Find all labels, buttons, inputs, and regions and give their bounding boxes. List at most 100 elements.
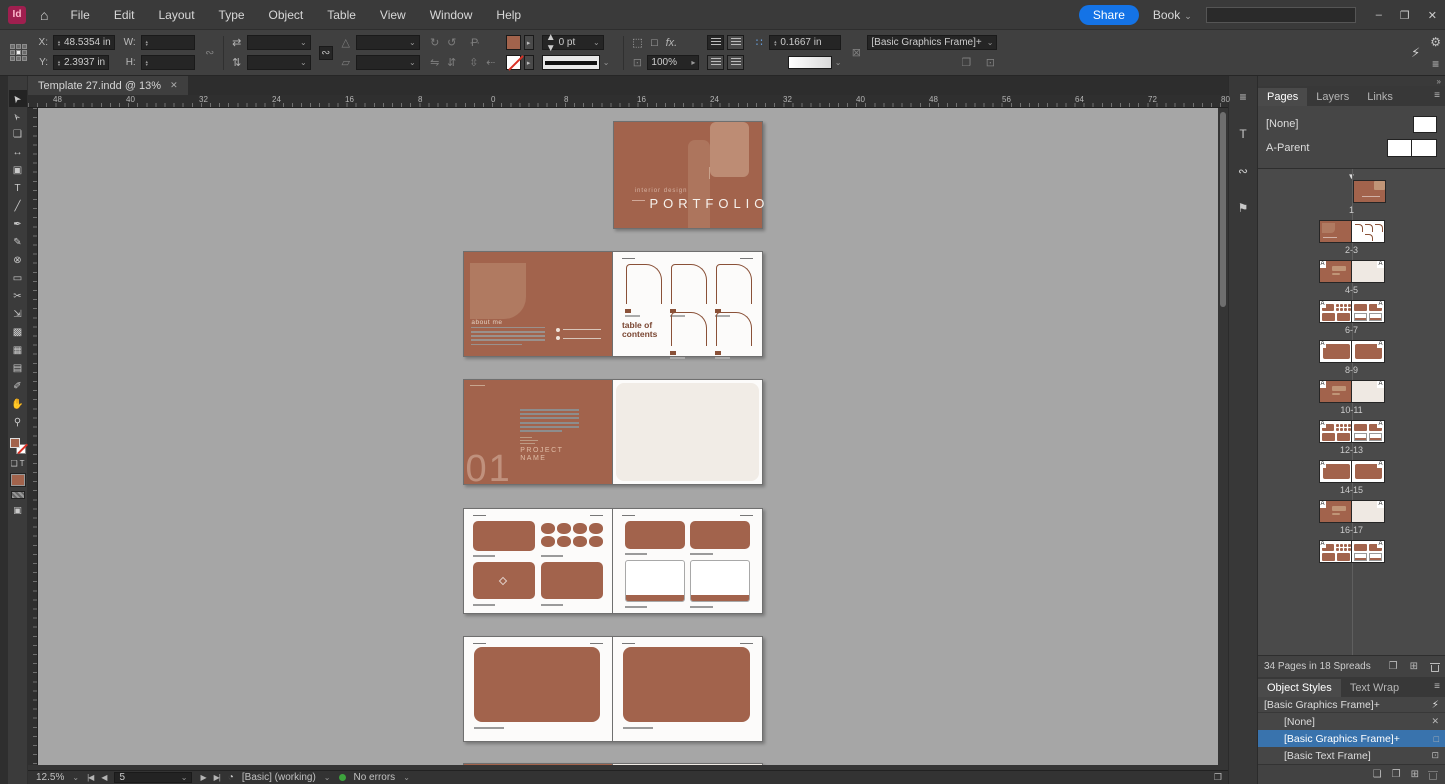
- master-thumbnail[interactable]: [1413, 116, 1437, 133]
- pages-panel-spread-8-9[interactable]: AA 8-9: [1258, 340, 1445, 375]
- pages-panel-spread-10-11[interactable]: AA 10-11: [1258, 380, 1445, 415]
- pencil-tool[interactable]: ✎: [9, 234, 27, 251]
- shear-combo[interactable]: ⌄: [356, 55, 420, 70]
- cover-shape-top[interactable]: [710, 122, 748, 177]
- cover-title[interactable]: PORTFOLIO: [650, 196, 770, 211]
- objectstyles-tab-object-styles[interactable]: Object Styles: [1258, 679, 1341, 697]
- menu-view[interactable]: View: [380, 8, 406, 22]
- pen-tool[interactable]: ✒: [9, 216, 27, 233]
- pages-spread-list[interactable]: ▼ 1 2-3 AA 4-5 AA 6-7 AA 8-9 AA 10-11 AA…: [1258, 169, 1445, 655]
- toc-title[interactable]: table ofcontents: [622, 321, 657, 339]
- corner-options-icon[interactable]: ⬚: [630, 36, 644, 49]
- corner-shape-icon[interactable]: □: [647, 37, 661, 49]
- note-tool[interactable]: ▤: [9, 360, 27, 377]
- home-icon[interactable]: ⌂: [40, 7, 48, 23]
- collapse-panels-icon[interactable]: »: [1437, 77, 1441, 86]
- minimize-button[interactable]: –: [1376, 9, 1382, 22]
- formatting-text-icon[interactable]: T: [20, 459, 25, 468]
- apply-color-button[interactable]: [11, 474, 25, 486]
- object-style-row[interactable]: [Basic Text Frame]⊡: [1258, 747, 1445, 764]
- x-field[interactable]: ▲▼48.5354 in: [53, 35, 115, 50]
- style-group-icon[interactable]: ❏: [1373, 769, 1382, 780]
- canvas-vertical-scrollbar[interactable]: [1218, 108, 1228, 765]
- menu-type[interactable]: Type: [219, 8, 245, 22]
- clear-overrides-icon[interactable]: ❐: [959, 56, 973, 69]
- free-transform-tool[interactable]: ⇲: [9, 306, 27, 323]
- constrain-proportions-icon[interactable]: ∾: [203, 46, 217, 59]
- scale-x-combo[interactable]: ⌄: [247, 35, 311, 50]
- edit-page-size-icon[interactable]: ❐: [1389, 661, 1398, 672]
- delete-page-icon[interactable]: [1431, 662, 1439, 672]
- next-page-button[interactable]: ▶: [200, 773, 205, 782]
- wrap-jump-button[interactable]: [727, 55, 744, 70]
- flip-horizontal-icon[interactable]: ⇋: [428, 56, 442, 69]
- screen-mode-button[interactable]: ▣: [13, 505, 22, 516]
- frame-tool[interactable]: ⊗: [9, 252, 27, 269]
- spread-partial[interactable]: [463, 763, 763, 765]
- eyedropper-tool[interactable]: ✐: [9, 378, 27, 395]
- tab-close-icon[interactable]: ✕: [170, 80, 178, 91]
- page-tool[interactable]: ❏: [9, 126, 27, 143]
- formatting-container-icon[interactable]: ❑: [10, 459, 17, 468]
- spread-project-01[interactable]: PROJECTNAME 01: [463, 379, 763, 485]
- pages-panel-spread-4-5[interactable]: AA 4-5: [1258, 260, 1445, 295]
- pages-tab-layers[interactable]: Layers: [1307, 88, 1358, 106]
- h-field[interactable]: ▲▼: [141, 55, 195, 70]
- effects-icon[interactable]: fx.: [664, 37, 678, 49]
- spread-about-toc[interactable]: about me: [463, 251, 763, 357]
- horizontal-ruler[interactable]: 4840322416808162432404856647280: [28, 95, 1228, 108]
- menu-table[interactable]: Table: [327, 8, 356, 22]
- share-button[interactable]: Share: [1079, 5, 1139, 25]
- master-row[interactable]: [None]: [1266, 112, 1437, 136]
- character-styles-icon[interactable]: T: [1232, 125, 1254, 145]
- last-page-button[interactable]: ▶|: [214, 773, 220, 782]
- scale-y-combo[interactable]: ⌄: [247, 55, 311, 70]
- book-dropdown[interactable]: Book⌄: [1153, 8, 1192, 22]
- scissors-tool[interactable]: ✂: [9, 288, 27, 305]
- menu-edit[interactable]: Edit: [114, 8, 135, 22]
- zoom-level[interactable]: 12.5%: [36, 772, 64, 783]
- pages-panel-spread-2-3[interactable]: 2-3: [1258, 220, 1445, 255]
- spread-cover-page[interactable]: interior design PORTFOLIO: [613, 121, 763, 229]
- menu-window[interactable]: Window: [430, 8, 473, 22]
- pages-panel-spread-12-13[interactable]: AA 12-13: [1258, 420, 1445, 455]
- object-styles-menu-icon[interactable]: ≡: [1434, 681, 1440, 692]
- pages-panel-spread-14-15[interactable]: AA 14-15: [1258, 460, 1445, 495]
- stroke-swatch-arrow[interactable]: ▸: [524, 55, 534, 70]
- new-style-icon[interactable]: ⊞: [1411, 769, 1419, 780]
- master-row[interactable]: A-Parent: [1266, 136, 1437, 160]
- project-number[interactable]: 01: [465, 448, 511, 485]
- menu-object[interactable]: Object: [269, 8, 304, 22]
- gap-tool[interactable]: ↔: [9, 144, 27, 161]
- corner-radius-field[interactable]: ▲▼0.1667 in: [769, 35, 841, 50]
- gradient-feather-tool[interactable]: ▦: [9, 342, 27, 359]
- pages-tab-links[interactable]: Links: [1358, 88, 1402, 106]
- select-content-icon[interactable]: ⇳: [467, 56, 481, 69]
- hand-tool[interactable]: ✋: [9, 396, 27, 413]
- settings-gear-icon[interactable]: ⚙: [1430, 35, 1441, 49]
- select-previous-icon[interactable]: ⇠: [484, 56, 498, 69]
- close-button[interactable]: ✕: [1428, 9, 1437, 22]
- rotate-ccw-icon[interactable]: ↺: [445, 36, 459, 49]
- project-name-label[interactable]: PROJECTNAME: [520, 447, 563, 463]
- rectangle-tool[interactable]: ▭: [9, 270, 27, 287]
- fill-color-swatch[interactable]: [506, 35, 521, 50]
- canvas-pasteboard[interactable]: interior design PORTFOLIO about me: [38, 108, 1218, 765]
- search-input[interactable]: [1206, 7, 1356, 23]
- fill-swatch-arrow[interactable]: ▸: [524, 35, 534, 50]
- vertical-ruler[interactable]: [28, 108, 38, 765]
- link-scale-icon[interactable]: ∾: [319, 46, 333, 60]
- links-icon[interactable]: ∾: [1232, 162, 1254, 182]
- quick-actions-icon[interactable]: ⚡: [1411, 45, 1420, 61]
- first-page-button[interactable]: |◀: [87, 773, 93, 782]
- menu-layout[interactable]: Layout: [159, 8, 195, 22]
- master-thumbnail[interactable]: [1387, 139, 1437, 157]
- new-page-icon[interactable]: ⊞: [1410, 661, 1418, 672]
- spread-view-icon[interactable]: ❒: [1214, 772, 1222, 783]
- pages-panel-spread-16-17[interactable]: AA 16-17: [1258, 500, 1445, 535]
- opacity-combo[interactable]: 100%▸: [647, 55, 699, 70]
- objectstyles-tab-text-wrap[interactable]: Text Wrap: [1341, 679, 1408, 697]
- stroke-type-combo[interactable]: [542, 55, 600, 70]
- gradient-swatch-tool[interactable]: ▩: [9, 324, 27, 341]
- swatch-preview[interactable]: [788, 56, 832, 69]
